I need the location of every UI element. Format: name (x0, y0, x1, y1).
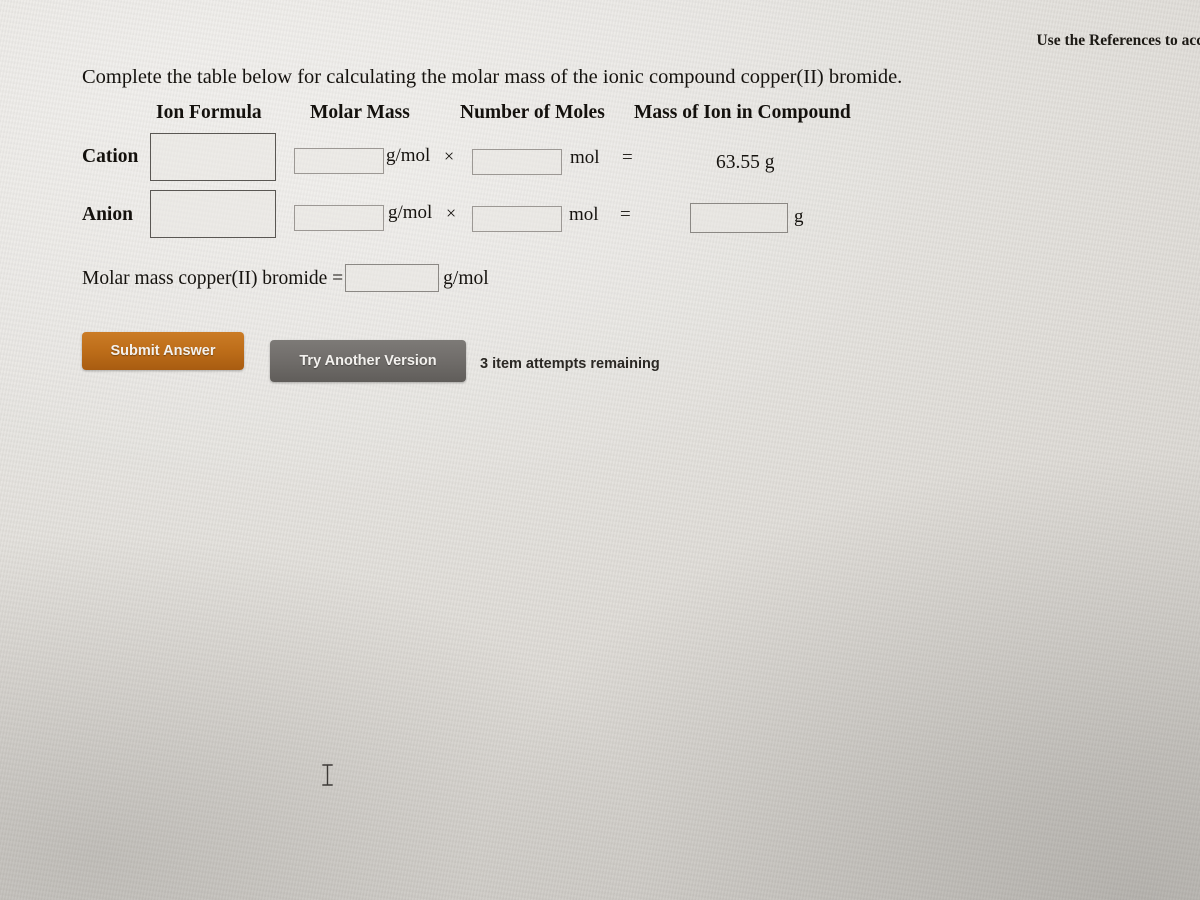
try-another-version-button[interactable]: Try Another Version (270, 340, 466, 382)
action-bar: Submit Answer Try Another Version 3 item… (82, 328, 842, 388)
cation-equals-sign: = (622, 147, 633, 168)
cation-moles-unit: mol (570, 147, 600, 168)
cation-molar-mass-input[interactable] (294, 148, 384, 174)
anion-mass-unit: g (794, 206, 804, 227)
total-molar-mass-input[interactable] (345, 264, 440, 292)
table-row: Anion g/mol × mol = g (82, 188, 902, 244)
anion-ion-formula-input[interactable] (150, 190, 276, 238)
table-header-row: Ion Formula Molar Mass Number of Moles M… (82, 102, 902, 132)
references-instruction-text: Use the References to access importan (1036, 32, 1200, 49)
total-molar-mass-label: Molar mass copper(II) bromide = (82, 267, 344, 289)
total-molar-mass-unit: g/mol (443, 267, 489, 289)
column-header-number-of-moles: Number of Moles (460, 102, 605, 123)
photographed-screen-scene: [Reference Use the References to access … (0, 0, 1200, 900)
cation-multiply-icon: × (444, 146, 455, 166)
submit-answer-button[interactable]: Submit Answer (82, 332, 244, 370)
anion-multiply-icon: × (446, 203, 457, 223)
anion-moles-input[interactable] (472, 206, 562, 232)
anion-molar-mass-input[interactable] (294, 205, 384, 231)
anion-moles-unit: mol (569, 204, 599, 225)
total-molar-mass-line: Molar mass copper(II) bromide = g/mol (82, 264, 489, 295)
cation-ion-formula-input[interactable] (150, 133, 276, 181)
anion-equals-sign: = (620, 204, 631, 225)
row-label-cation: Cation (82, 146, 139, 167)
page-content: [Reference Use the References to access … (70, 6, 1200, 900)
molar-mass-table: Ion Formula Molar Mass Number of Moles M… (82, 102, 902, 244)
anion-molar-mass-unit: g/mol (388, 202, 433, 223)
attempts-remaining-text: 3 item attempts remaining (480, 356, 660, 372)
column-header-mass-of-ion: Mass of Ion in Compound (634, 102, 851, 123)
cation-moles-input[interactable] (472, 149, 562, 175)
anion-mass-input[interactable] (690, 203, 788, 233)
table-row: Cation g/mol × mol = 63.55 g (82, 132, 902, 188)
column-header-ion-formula: Ion Formula (156, 102, 262, 123)
question-prompt: Complete the table below for calculating… (82, 66, 903, 88)
cation-molar-mass-unit: g/mol (386, 145, 431, 166)
column-header-molar-mass: Molar Mass (310, 102, 410, 123)
row-label-anion: Anion (82, 204, 133, 225)
text-cursor-icon (322, 764, 333, 786)
cation-mass-value: 63.55 g (716, 152, 775, 173)
